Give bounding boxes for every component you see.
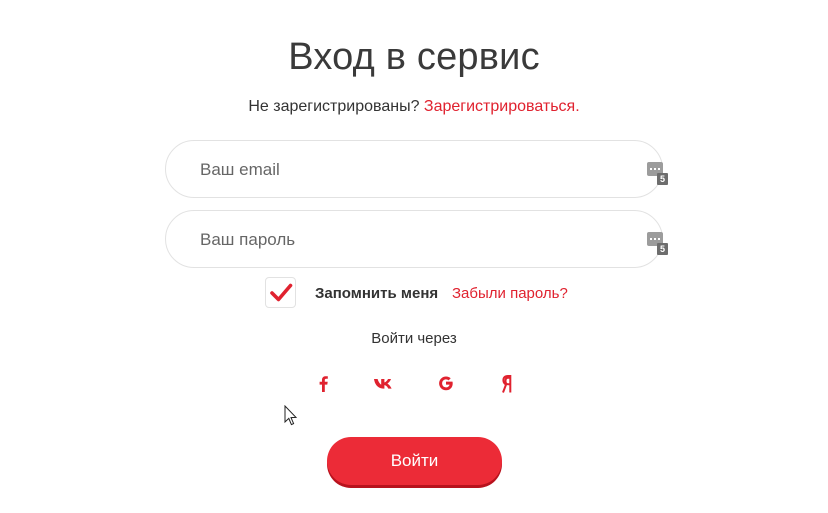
vk-login-button[interactable] <box>369 370 399 398</box>
password-field-wrapper: 5 <box>165 210 668 269</box>
password-manager-icon[interactable]: 5 <box>647 232 668 256</box>
yandex-login-button[interactable] <box>493 370 523 398</box>
register-prompt-text: Не зарегистрированы? <box>248 98 420 115</box>
page-title: Вход в сервис <box>288 36 540 78</box>
google-icon <box>439 376 453 391</box>
email-field-wrapper: 5 <box>165 140 668 199</box>
yandex-icon <box>502 375 512 393</box>
remember-label[interactable]: Запомнить меня <box>315 285 438 302</box>
facebook-icon <box>319 376 328 392</box>
forgot-password-link[interactable]: Забыли пароль? <box>452 285 568 302</box>
password-field[interactable] <box>198 211 632 269</box>
login-page: Вход в сервис Не зарегистрированы? Зарег… <box>0 0 828 513</box>
register-prompt: Не зарегистрированы? Зарегистрироваться. <box>0 98 828 116</box>
email-field[interactable] <box>198 141 632 199</box>
remember-row: Запомнить меня Забыли пароль? <box>0 277 828 309</box>
register-link[interactable]: Зарегистрироваться. <box>424 98 580 115</box>
mouse-cursor-icon <box>284 405 298 426</box>
password-manager-badge: 5 <box>657 243 668 255</box>
google-login-button[interactable] <box>431 370 461 398</box>
submit-button[interactable]: Войти <box>327 437 502 485</box>
remember-checkbox[interactable] <box>265 277 296 308</box>
social-login-heading: Войти через <box>371 330 457 347</box>
password-manager-icon[interactable]: 5 <box>647 162 668 186</box>
checkmark-icon <box>270 283 293 302</box>
vk-icon <box>374 379 392 389</box>
password-manager-badge: 5 <box>657 173 668 185</box>
facebook-login-button[interactable] <box>308 370 338 398</box>
